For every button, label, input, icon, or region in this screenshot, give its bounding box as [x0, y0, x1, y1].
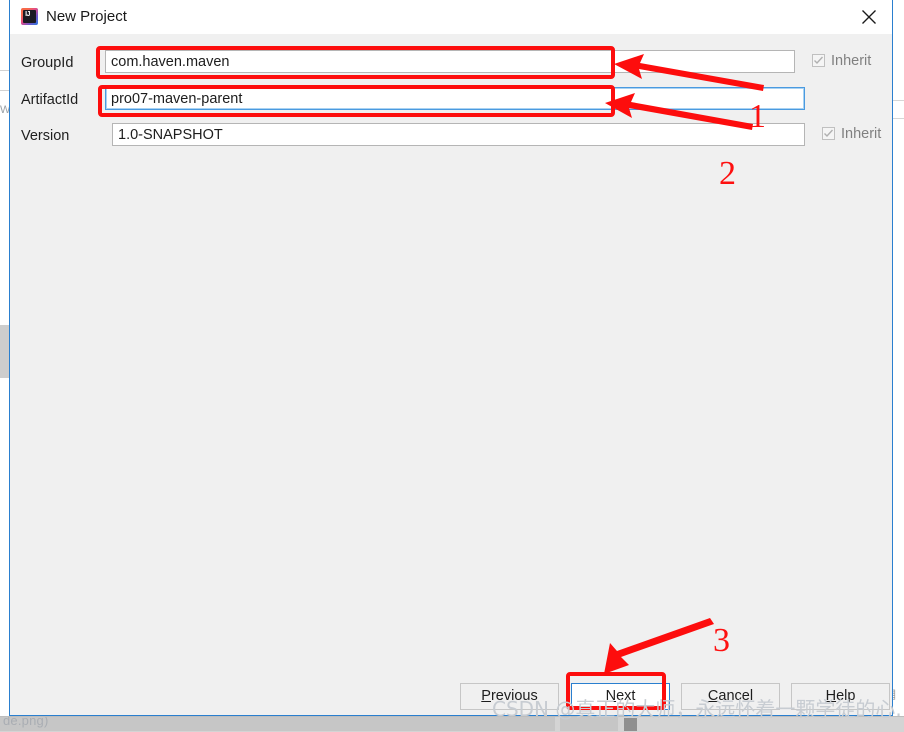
taskbar-segment: [560, 717, 618, 731]
next-button[interactable]: Next: [571, 683, 670, 710]
previous-button[interactable]: Previous: [460, 683, 559, 710]
background-left-divider: [0, 70, 9, 71]
taskbar-block[interactable]: [624, 718, 637, 731]
dialog-title: New Project: [46, 8, 127, 25]
help-button[interactable]: Help: [791, 683, 890, 710]
close-icon[interactable]: [846, 0, 892, 33]
background-left-divider: [0, 90, 9, 91]
background-right-divider: [893, 100, 904, 101]
help-button-label: Help: [825, 688, 856, 704]
version-inherit-label: Inherit: [841, 126, 882, 142]
previous-button-label: Previous: [481, 688, 538, 704]
next-button-label: Next: [605, 688, 636, 704]
new-project-dialog: IJ New Project GroupId com.haven.maven I…: [9, 0, 893, 716]
groupid-field[interactable]: com.haven.maven: [105, 50, 795, 73]
intellij-idea-icon: IJ: [21, 8, 38, 25]
checkbox-checked-icon: [812, 54, 825, 67]
version-field[interactable]: 1.0-SNAPSHOT: [112, 123, 805, 146]
artifactid-value: pro07-maven-parent: [111, 91, 243, 107]
background-right-panel: [895, 0, 904, 716]
taskbar-text: de.png): [3, 716, 49, 728]
groupid-label: GroupId: [21, 55, 74, 71]
dialog-titlebar: IJ New Project: [10, 0, 892, 34]
checkbox-checked-icon: [822, 127, 835, 140]
groupid-inherit-label: Inherit: [831, 53, 872, 69]
background-right-divider: [893, 118, 904, 119]
taskbar-segment: [0, 717, 555, 731]
cancel-button-label: Cancel: [707, 688, 754, 704]
artifactid-label: ArtifactId: [21, 92, 79, 108]
background-scrollbar-thumb[interactable]: [0, 325, 9, 378]
version-label: Version: [21, 128, 70, 144]
taskbar: de.png): [0, 716, 904, 732]
artifactid-field[interactable]: pro07-maven-parent: [105, 87, 805, 110]
cancel-button[interactable]: Cancel: [681, 683, 780, 710]
version-value: 1.0-SNAPSHOT: [118, 127, 223, 143]
groupid-value: com.haven.maven: [111, 54, 230, 70]
